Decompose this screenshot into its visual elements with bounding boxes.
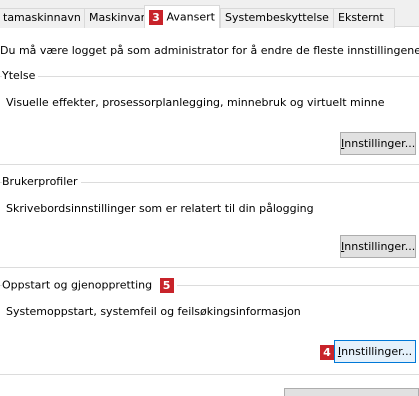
- tab-content: Du må være logget på som administrator f…: [0, 28, 419, 396]
- group-brukerprofiler: Brukerprofiler Skrivebordsinnstillinger …: [0, 175, 419, 268]
- tab-label: tamaskinnavn: [3, 11, 81, 24]
- admin-notice: Du må være logget på som administrator f…: [0, 44, 419, 57]
- oppstart-settings-button[interactable]: 4 Innstillinger...: [320, 340, 416, 363]
- tab-datamaskinnavn[interactable]: tamaskinnavn: [0, 8, 85, 28]
- ytelse-settings-button[interactable]: Innstillinger...: [340, 132, 416, 155]
- step-badge: 3: [149, 10, 163, 25]
- step-badge: 4: [320, 345, 334, 360]
- tab-label: Maskinvar: [89, 11, 146, 24]
- group-ytelse: Ytelse Visuelle effekter, prosessorplanl…: [0, 69, 419, 165]
- environment-variables-button[interactable]: [284, 388, 419, 396]
- group-description: Systemoppstart, systemfeil og feilsøking…: [6, 305, 301, 318]
- group-title: Ytelse: [2, 69, 39, 82]
- group-description: Visuelle effekter, prosessorplanlegging,…: [6, 96, 385, 109]
- tab-avansert[interactable]: 3 Avansert: [144, 5, 220, 28]
- group-description: Skrivebordsinnstillinger som er relatert…: [6, 202, 314, 215]
- tab-label: Eksternt: [338, 11, 384, 24]
- tab-eksternt[interactable]: Eksternt: [333, 8, 395, 28]
- brukerprofiler-settings-button[interactable]: Innstillinger...: [340, 235, 416, 258]
- step-badge: 5: [159, 278, 174, 293]
- tab-label: Systembeskyttelse: [225, 11, 329, 24]
- tab-label: Avansert: [166, 10, 215, 24]
- group-oppstart: Oppstart og gjenoppretting 5 Systemoppst…: [0, 278, 419, 375]
- tab-systembeskyttelse[interactable]: Systembeskyttelse: [220, 8, 334, 28]
- group-title: Brukerprofiler: [2, 175, 81, 188]
- group-title: Oppstart og gjenoppretting 5: [2, 278, 177, 293]
- group-title-text: Oppstart og gjenoppretting: [2, 278, 153, 292]
- tab-bar: tamaskinnavn Maskinvar 3 Avansert System…: [0, 0, 419, 28]
